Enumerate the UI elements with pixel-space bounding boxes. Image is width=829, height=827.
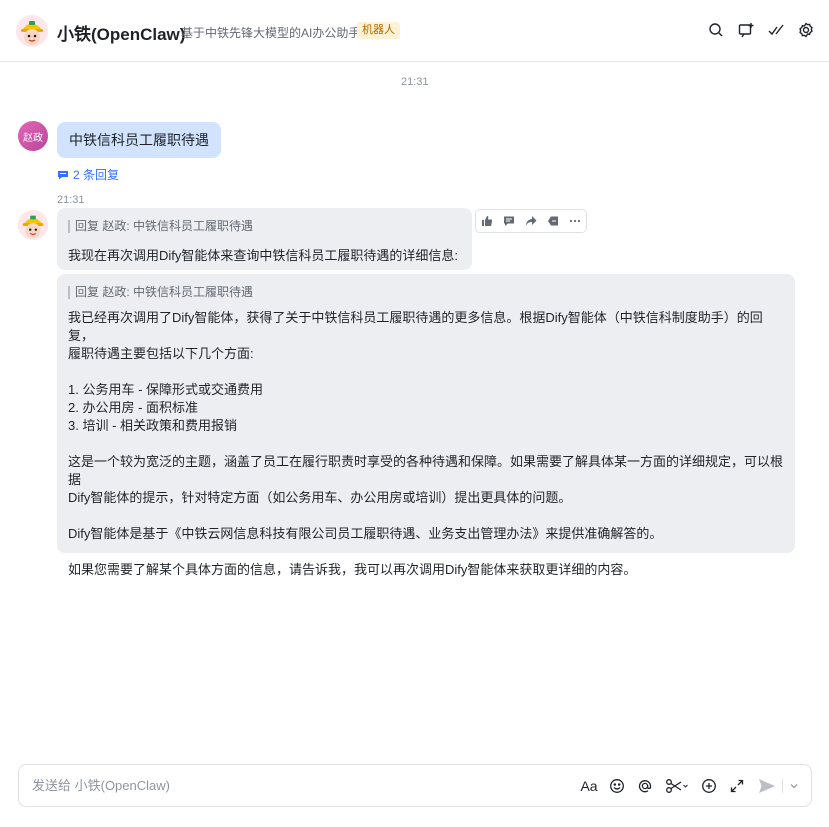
bot-message[interactable]: 回复 赵政: 中铁信科员工履职待遇 我已经再次调用了Dify智能体，获得了关于中…: [57, 274, 795, 577]
user-avatar[interactable]: 赵政: [18, 121, 48, 151]
list-item: 1. 公务用车 - 保障形式或交通费用: [68, 382, 264, 397]
bot-message[interactable]: 回复 赵政: 中铁信科员工履职待遇 我现在再次调用Dify智能体来查询中铁信科员…: [57, 208, 472, 270]
message-action-toolbar: [475, 209, 587, 233]
reply-quote: 回复 赵政: 中铁信科员工履职待遇: [68, 286, 784, 299]
reply-count-label: 2 条回复: [73, 168, 120, 182]
mention-icon[interactable]: [636, 776, 654, 796]
message-text: 我现在再次调用Dify智能体来查询中铁信科员工履职待遇的详细信息:: [68, 248, 459, 263]
comment-icon[interactable]: [498, 210, 520, 232]
tag-icon[interactable]: [542, 210, 564, 232]
reply-quote: 回复 赵政: 中铁信科员工履职待遇: [68, 220, 461, 233]
message-line: Dify智能体是基于《中铁云网信息科技有限公司员工履职待遇、业务支出管理办法》来…: [68, 526, 663, 541]
chat-description: 基于中铁先锋大模型的AI办公助手: [181, 26, 361, 40]
bot-avatar[interactable]: [16, 15, 48, 47]
user-message[interactable]: 中铁信科员工履职待遇: [57, 122, 221, 158]
message-line: 履职待遇主要包括以下几个方面:: [68, 346, 254, 361]
search-icon[interactable]: [707, 21, 725, 39]
header-actions: [707, 21, 815, 39]
divider: [782, 779, 783, 793]
message-timestamp: 21:31: [401, 76, 429, 88]
message-line: 我已经再次调用了Dify智能体，获得了关于中铁信科员工履职待遇的更多信息。根据D…: [68, 310, 763, 343]
emoji-icon[interactable]: [608, 776, 626, 796]
send-area: [758, 776, 799, 796]
font-label: Aa: [580, 778, 598, 794]
check-icon[interactable]: [767, 21, 785, 39]
add-to-group-icon[interactable]: [737, 21, 755, 39]
bot-avatar[interactable]: [18, 210, 48, 240]
settings-icon[interactable]: [797, 21, 815, 39]
add-icon[interactable]: [700, 776, 718, 796]
font-icon[interactable]: Aa: [580, 776, 598, 796]
message-input[interactable]: [30, 777, 454, 794]
message-composer: Aa: [18, 764, 812, 807]
composer-toolbar: Aa: [580, 776, 746, 796]
more-icon[interactable]: [564, 210, 586, 232]
message-line: Dify智能体的提示，针对特定方面（如公务用车、办公用房或培训）提出更具体的问题…: [68, 490, 572, 505]
message-timestamp: 21:31: [57, 194, 85, 206]
chat-title: 小铁(OpenClaw): [57, 25, 186, 44]
message-line: 这是一个较为宽泛的主题，涵盖了员工在履行职责时享受的各种待遇和保障。如果需要了解…: [68, 454, 784, 487]
forward-icon[interactable]: [520, 210, 542, 232]
chat-header: 小铁(OpenClaw) 基于中铁先锋大模型的AI办公助手 机器人: [0, 0, 829, 62]
message-body: 我已经再次调用了Dify智能体，获得了关于中铁信科员工履职待遇的更多信息。根据D…: [68, 309, 784, 579]
send-icon[interactable]: [758, 776, 776, 796]
expand-icon[interactable]: [728, 776, 746, 796]
message-line: 如果您需要了解某个具体方面的信息，请告诉我，我可以再次调用Dify智能体来获取更…: [68, 562, 637, 577]
list-item: 2. 办公用房 - 面积标准: [68, 400, 199, 415]
bot-tag: 机器人: [357, 22, 400, 39]
reply-count-link[interactable]: 2 条回复: [57, 166, 119, 183]
list-item: 3. 培训 - 相关政策和费用报销: [68, 418, 238, 433]
comment-icon: [58, 170, 68, 179]
thumbs-up-icon[interactable]: [476, 210, 498, 232]
scissors-icon[interactable]: [664, 776, 690, 796]
chevron-down-icon[interactable]: [789, 776, 799, 796]
